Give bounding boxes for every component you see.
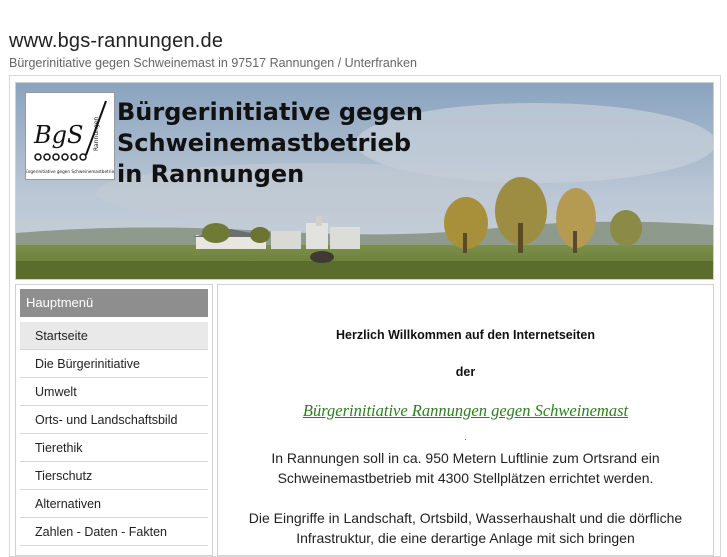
banner-title: Bürgerinitiative gegen Schweinemastbetri…	[117, 97, 713, 190]
svg-text:Rannungen: Rannungen	[93, 117, 100, 151]
header-banner: BgS Rannungen Bürgerinitiative gegen Sch…	[15, 82, 714, 280]
welcome-heading: Herzlich Willkommen auf den Internetseit…	[336, 328, 595, 342]
main-content: Herzlich Willkommen auf den Internetseit…	[217, 284, 714, 556]
menu-header: Hauptmenü	[20, 289, 208, 317]
menu-item-tierethik[interactable]: Tierethik	[20, 434, 208, 462]
organization-link[interactable]: Bürgerinitiative Rannungen gegen Schwein…	[218, 401, 713, 421]
intro-paragraph: In Rannungen soll in ca. 950 Metern Luft…	[271, 450, 660, 486]
separator-dot: .	[464, 432, 467, 442]
menu-item-alternativen[interactable]: Alternativen	[20, 490, 208, 518]
banner-title-line1: Bürgerinitiative gegen Schweinemastbetri…	[117, 98, 423, 157]
menu-item-tierschutz[interactable]: Tierschutz	[20, 462, 208, 490]
menu-item-zahlen-daten-fakten[interactable]: Zahlen - Daten - Fakten	[20, 518, 208, 546]
menu-item-ortsbild[interactable]: Orts- und Landschaftsbild	[20, 406, 208, 434]
site-title: www.bgs-rannungen.de	[9, 30, 224, 52]
sidebar-main-menu: Hauptmenü Startseite Die Bürgerinitiativ…	[15, 284, 213, 556]
welcome-der: der	[455, 365, 476, 379]
menu-item-umwelt[interactable]: Umwelt	[20, 378, 208, 406]
impact-paragraph: Die Eingriffe in Landschaft, Ortsbild, W…	[248, 510, 683, 546]
menu-item-buergerinitiative[interactable]: Die Bürgerinitiative	[20, 350, 208, 378]
svg-text:BgS: BgS	[33, 121, 83, 149]
bgs-logo: BgS Rannungen Bürgerinitiative gegen Sch…	[25, 92, 115, 180]
svg-text:Bürgerinitiative gegen Schwein: Bürgerinitiative gegen Schweinemastbetri…	[26, 169, 114, 174]
menu-item-startseite[interactable]: Startseite	[20, 322, 208, 350]
banner-title-line2: in Rannungen	[117, 160, 305, 188]
menu-list: Startseite Die Bürgerinitiative Umwelt O…	[20, 322, 208, 546]
site-subtitle: Bürgerinitiative gegen Schweinemast in 9…	[9, 56, 417, 70]
